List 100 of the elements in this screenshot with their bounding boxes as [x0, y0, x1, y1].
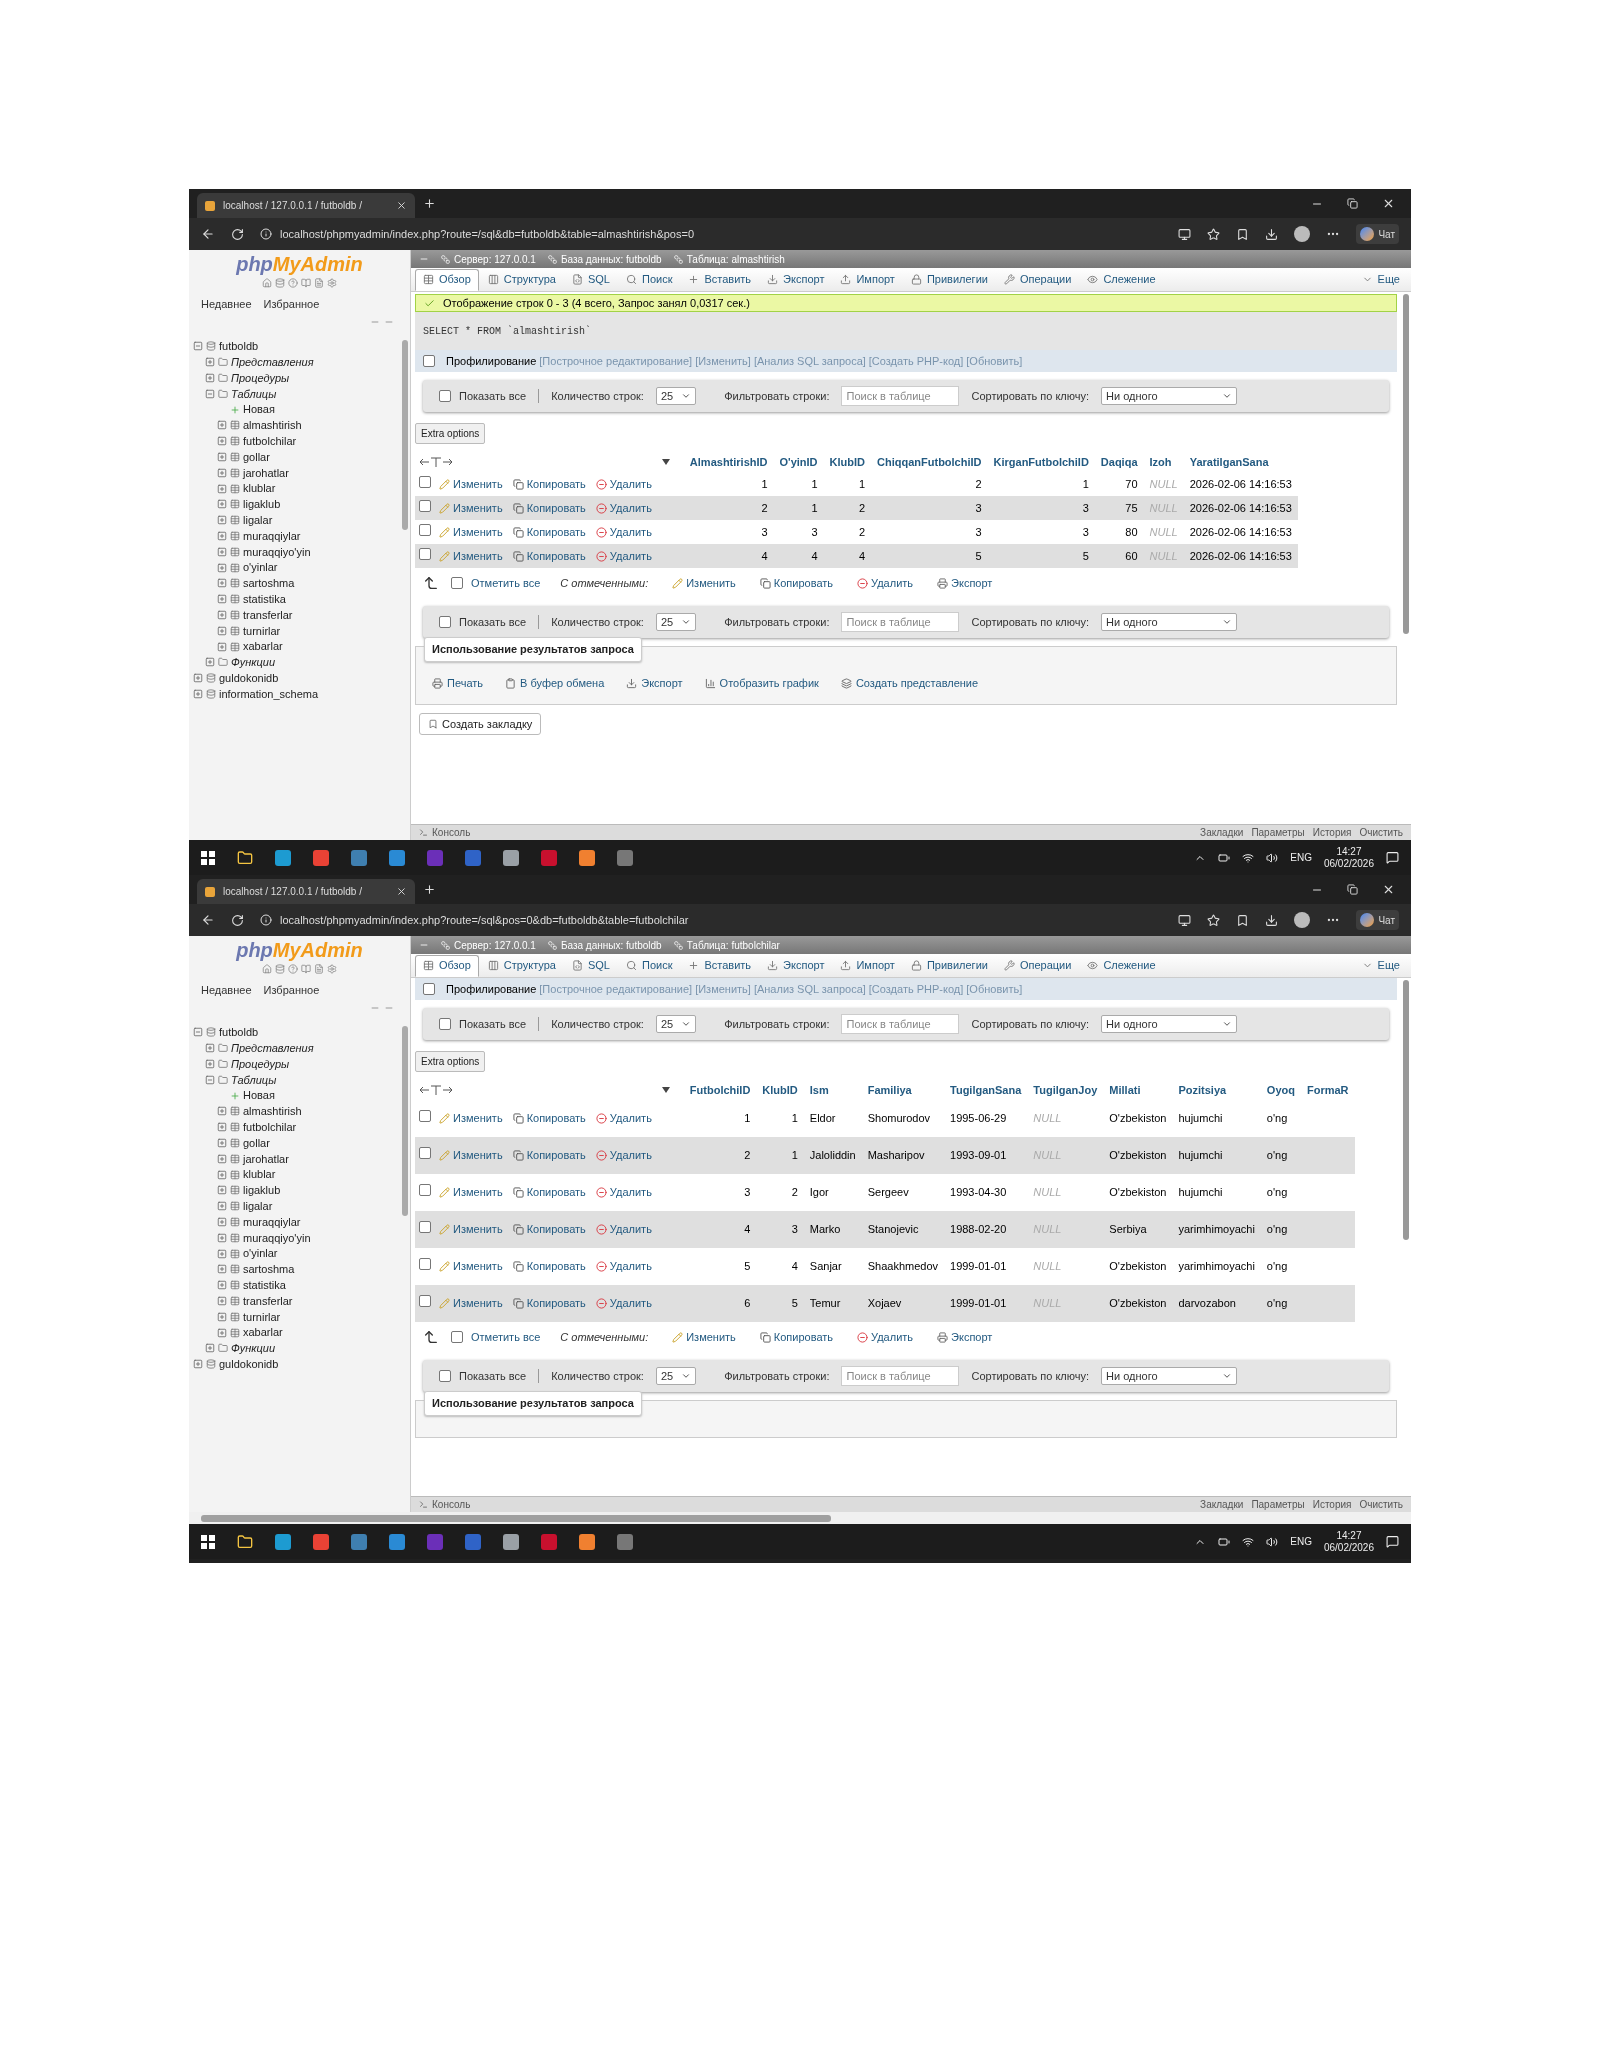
expand-icon[interactable] [217, 546, 227, 557]
bulk-action-button[interactable]: Копировать [759, 574, 834, 592]
tree-item[interactable]: transferlar [243, 1292, 293, 1310]
expand-icon[interactable] [217, 609, 227, 620]
row-action-link[interactable]: Удалить [609, 499, 652, 517]
screen-icon[interactable] [1178, 913, 1192, 927]
menu-tab[interactable]: Импорт [833, 954, 902, 977]
close-icon[interactable] [396, 200, 407, 211]
row-action-link[interactable]: Изменить [453, 547, 503, 565]
tree-item[interactable]: jarohatlar [243, 1150, 289, 1168]
app-tile-icon[interactable] [313, 1533, 329, 1550]
tree-item[interactable]: ligalar [243, 1197, 273, 1215]
rows-select[interactable]: 25 [655, 1367, 697, 1385]
sort-select[interactable]: Ни одного [1101, 613, 1238, 631]
console-link[interactable]: Закладки [1200, 1497, 1244, 1512]
breadcrumb-link[interactable]: Таблица: almashtirish [686, 251, 785, 267]
info-icon[interactable] [260, 914, 272, 926]
filter-field[interactable]: Поиск в таблице [841, 1014, 960, 1034]
sidebar-tab[interactable]: Недавнее [201, 982, 252, 999]
checkbox[interactable] [419, 499, 431, 512]
row-action-link[interactable]: Удалить [609, 1110, 652, 1127]
tree-item[interactable]: futboldb [219, 1024, 259, 1041]
menu-tab[interactable]: Еще [1354, 954, 1407, 977]
sidebar-tab[interactable]: Недавнее [201, 296, 252, 313]
close-icon[interactable] [1382, 197, 1395, 210]
logo[interactable]: phpMyAdmin [189, 250, 410, 276]
back-icon[interactable] [201, 227, 215, 241]
column-header[interactable]: YaratilganSana [1189, 453, 1269, 471]
query-action-link[interactable]: Экспорт [641, 675, 683, 692]
menu-tab[interactable]: Экспорт [760, 268, 832, 291]
query-action-link[interactable]: Печать [447, 675, 484, 692]
document-icon[interactable] [314, 278, 324, 288]
new-tab-icon[interactable] [423, 197, 436, 210]
column-header[interactable]: Millati [1109, 1081, 1141, 1099]
app-tile-icon[interactable] [275, 849, 291, 866]
expand-icon[interactable] [217, 1248, 227, 1259]
column-header[interactable]: TugilganSana [950, 1081, 1022, 1099]
checkbox[interactable] [419, 1295, 431, 1308]
star-icon[interactable] [1207, 913, 1221, 927]
app-tile-icon[interactable] [427, 849, 443, 866]
row-action-link[interactable]: Копировать [526, 499, 586, 517]
checkbox[interactable] [419, 1147, 431, 1160]
menu-tab[interactable]: Слежение [1080, 954, 1163, 977]
row-action-link[interactable]: Копировать [526, 1295, 586, 1312]
address-field[interactable]: localhost/phpmyadmin/index.php?route=/sql&db=futboldb&table=almashtirish&pos=0 [260, 222, 1163, 246]
row-action-link[interactable]: Изменить [453, 1184, 503, 1201]
app-tile-icon[interactable] [503, 849, 519, 866]
sort-select[interactable]: Ни одного [1101, 1015, 1238, 1033]
column-header[interactable]: Daqiqa [1100, 453, 1138, 471]
expand-icon[interactable] [205, 1043, 215, 1054]
tree-item[interactable]: muraqqiylar [243, 527, 301, 545]
filter-field[interactable]: Поиск в таблице [841, 1366, 960, 1386]
expand-icon[interactable] [217, 420, 227, 431]
checkbox[interactable] [423, 983, 435, 995]
column-header[interactable]: KlubID [762, 1081, 798, 1099]
expand-icon[interactable] [217, 1169, 227, 1180]
menu-tab[interactable]: Привилегии [903, 268, 995, 291]
expand-icon[interactable] [205, 657, 215, 668]
breadcrumb-link[interactable]: База данных: futboldb [560, 251, 662, 267]
reload-icon[interactable] [231, 913, 244, 927]
collapse-icon[interactable] [205, 388, 215, 399]
menu-tab[interactable]: Вставить [681, 954, 759, 977]
column-header[interactable]: FormaR [1307, 1081, 1349, 1099]
collapse-icon[interactable] [205, 1074, 215, 1085]
app-tile-icon[interactable] [465, 849, 481, 866]
checkbox[interactable] [419, 1110, 431, 1123]
avatar-icon[interactable] [1294, 912, 1311, 928]
row-action-link[interactable]: Удалить [609, 1258, 652, 1275]
tree-item[interactable]: ligalar [243, 511, 273, 529]
wifi-icon[interactable] [1242, 1535, 1255, 1548]
row-action-link[interactable]: Копировать [526, 1184, 586, 1201]
tree-item[interactable]: information_schema [219, 685, 319, 703]
tree-item[interactable]: Функции [231, 654, 276, 671]
battery-icon[interactable] [1218, 851, 1231, 864]
tree-item[interactable]: Новая [243, 1087, 275, 1104]
tree-item[interactable]: Таблицы [231, 385, 277, 403]
download-icon[interactable] [1265, 227, 1279, 241]
row-action-link[interactable]: Изменить [453, 1110, 503, 1127]
tree-item[interactable]: guldokonidb [219, 1355, 279, 1373]
app-tile-icon[interactable] [275, 1533, 291, 1550]
tree-item[interactable]: gollar [243, 448, 270, 466]
row-action-link[interactable]: Изменить [453, 523, 503, 541]
expand-icon[interactable] [217, 1311, 227, 1322]
check-all-link[interactable]: Отметить все [471, 1328, 541, 1346]
restore-icon[interactable] [1347, 884, 1358, 895]
tree-item[interactable]: sartoshma [243, 1261, 295, 1278]
breadcrumb-link[interactable]: Сервер: 127.0.0.1 [454, 251, 536, 267]
rows-select[interactable]: 25 [655, 387, 697, 405]
checkbox[interactable] [451, 577, 463, 589]
tree-item[interactable]: gollar [243, 1134, 270, 1152]
tree-item[interactable]: muraqqiylar [243, 1213, 301, 1231]
tree-item[interactable]: statistika [243, 590, 286, 608]
extra-options-button[interactable]: Extra options [415, 1051, 486, 1072]
console-link[interactable]: Очистить [1359, 825, 1403, 840]
checkbox[interactable] [439, 390, 451, 402]
row-action-link[interactable]: Копировать [526, 1147, 586, 1164]
row-action-link[interactable]: Удалить [609, 1147, 652, 1164]
console-link[interactable]: Параметры [1251, 1497, 1305, 1512]
tree-item[interactable]: xabarlar [243, 1324, 283, 1341]
checkbox[interactable] [419, 1258, 431, 1271]
